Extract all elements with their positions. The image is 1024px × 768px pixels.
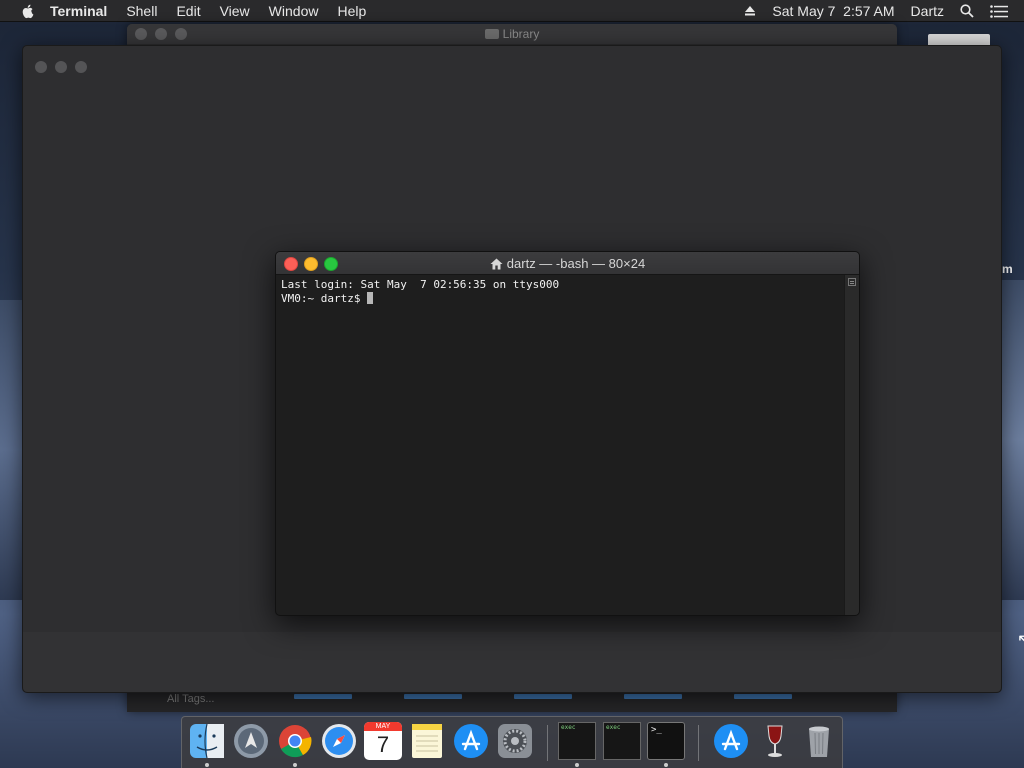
notification-center-icon[interactable] — [990, 4, 1008, 18]
empty-window-close-button[interactable] — [35, 61, 47, 73]
dock-running-indicator — [575, 763, 579, 767]
library-tab-indicator[interactable] — [404, 694, 462, 699]
apple-menu-icon[interactable] — [20, 3, 36, 19]
dock-running-indicator — [205, 763, 209, 767]
text-cursor — [367, 292, 374, 304]
terminal-scrollbar[interactable] — [844, 275, 859, 615]
library-title: Library — [127, 27, 897, 41]
terminal-dock-icon[interactable]: >_ — [647, 722, 685, 760]
menu-edit[interactable]: Edit — [176, 3, 200, 19]
chrome-icon[interactable] — [276, 722, 314, 760]
menu-app-name[interactable]: Terminal — [50, 3, 107, 19]
dock-separator — [547, 725, 548, 761]
dock-running-indicator — [293, 763, 297, 767]
split-pane-icon[interactable] — [848, 278, 856, 286]
library-titlebar[interactable]: Library — [127, 24, 897, 44]
exec-label: exec — [606, 724, 621, 731]
terminal-content[interactable]: Last login: Sat May 7 02:56:35 on ttys00… — [276, 275, 845, 615]
system-preferences-icon[interactable] — [496, 722, 534, 760]
calendar-month: MAY — [364, 722, 402, 731]
folder-icon — [484, 29, 499, 39]
menu-bar: Terminal Shell Edit View Window Help Sat… — [0, 0, 1024, 22]
desktop-icon-label-fragment: m — [1002, 262, 1013, 276]
launchpad-icon[interactable] — [232, 722, 270, 760]
exec-label: exec — [561, 724, 576, 731]
empty-window-bottom-area — [23, 632, 1001, 692]
terminal-line: Last login: Sat May 7 02:56:35 on ttys00… — [281, 278, 560, 291]
terminal-title-text: dartz — -bash — 80×24 — [506, 256, 646, 271]
library-footer: All Tags... — [127, 690, 897, 712]
calendar-icon[interactable]: MAY 7 — [364, 722, 402, 760]
empty-window-zoom-button[interactable] — [75, 61, 87, 73]
dock-separator — [698, 725, 699, 761]
menu-window[interactable]: Window — [269, 3, 319, 19]
exec-window-thumbnail[interactable]: exec — [603, 722, 641, 760]
menu-view[interactable]: View — [220, 3, 250, 19]
terminal-prompt: VM0:~ dartz$ — [281, 292, 368, 305]
terminal-prompt-glyph: >_ — [651, 725, 662, 735]
wine-icon[interactable] — [756, 722, 794, 760]
home-icon — [490, 258, 503, 270]
terminal-title: dartz — -bash — 80×24 — [276, 256, 859, 271]
exec-window-thumbnail[interactable]: exec — [558, 722, 596, 760]
eject-icon[interactable] — [744, 5, 756, 17]
dock: MAY 7 exec exec >_ — [181, 716, 843, 768]
safari-icon[interactable] — [320, 722, 358, 760]
library-tab-indicator[interactable] — [514, 694, 572, 699]
library-tab-indicator[interactable] — [734, 694, 792, 699]
menu-shell[interactable]: Shell — [126, 3, 157, 19]
empty-window-minimize-button[interactable] — [55, 61, 67, 73]
terminal-window[interactable]: dartz — -bash — 80×24 Last login: Sat Ma… — [275, 251, 860, 616]
library-tab-indicator[interactable] — [624, 694, 682, 699]
terminal-titlebar[interactable]: dartz — -bash — 80×24 — [276, 252, 859, 275]
library-title-text: Library — [502, 27, 540, 41]
trash-icon[interactable] — [800, 722, 838, 760]
mouse-pointer-icon: ↖ — [1017, 632, 1024, 649]
spotlight-search-icon[interactable] — [960, 4, 974, 18]
menu-help[interactable]: Help — [337, 3, 366, 19]
menu-clock[interactable]: Sat May 7 2:57 AM — [772, 3, 894, 19]
dock-running-indicator — [664, 763, 668, 767]
finder-icon[interactable] — [188, 722, 226, 760]
calendar-day: 7 — [376, 732, 390, 757]
app-store-icon[interactable] — [452, 722, 490, 760]
app-store-icon[interactable] — [712, 722, 750, 760]
terminal-prompt-line[interactable]: VM0:~ dartz$ — [281, 292, 840, 306]
library-footer-label[interactable]: All Tags... — [167, 693, 215, 705]
menu-user[interactable]: Dartz — [911, 3, 944, 19]
library-tab-indicator[interactable] — [294, 694, 352, 699]
notes-icon[interactable] — [408, 722, 446, 760]
